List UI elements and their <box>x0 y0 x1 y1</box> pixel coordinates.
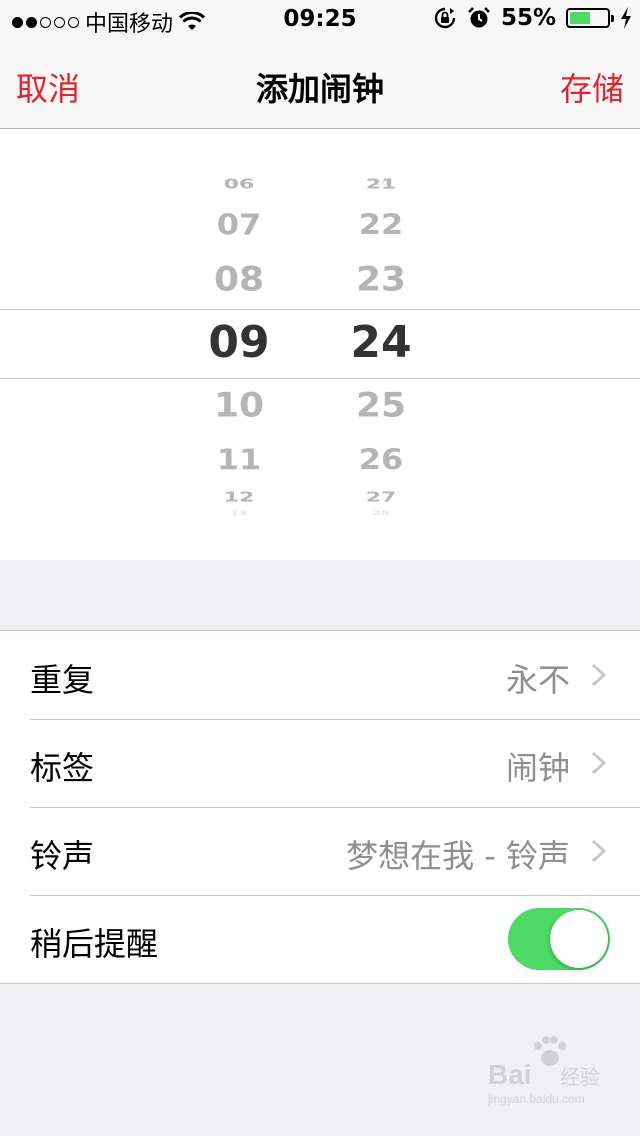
time-picker: 05 06 07 08 09 10 11 12 13 20 21 22 23 24 25 26 27 28 <box>0 129 640 560</box>
minute-option-26[interactable]: 26 <box>331 446 431 474</box>
minute-option-24[interactable]: 24 <box>331 321 431 365</box>
page-title: 添加闹钟 <box>255 70 384 108</box>
repeat-value: 永不 <box>505 661 570 699</box>
alarm-settings-list: 重复 永不 标签 闹钟 铃声 梦想在我 - 铃声 稍后提醒 <box>0 630 640 984</box>
repeat-label: 重复 <box>30 661 95 699</box>
picker-selection-line-bottom <box>0 378 640 379</box>
hour-option-08[interactable]: 08 <box>189 262 289 297</box>
save-button[interactable]: 存储 <box>560 64 624 110</box>
minute-option-27[interactable]: 27 <box>331 491 431 504</box>
sound-row[interactable]: 铃声 梦想在我 - 铃声 <box>0 807 640 895</box>
hour-option-13[interactable]: 13 <box>189 510 289 516</box>
hour-option-09[interactable]: 09 <box>189 321 289 365</box>
chevron-right-icon <box>591 839 607 863</box>
hour-option-07[interactable]: 07 <box>189 211 289 239</box>
baidu-jingyan-watermark: Bai 经验 jingyan.baidu.com <box>487 1036 600 1106</box>
label-row[interactable]: 标签 闹钟 <box>0 719 640 807</box>
hour-option-11[interactable]: 11 <box>189 446 289 474</box>
rotation-lock-icon <box>434 7 456 29</box>
minute-option-25[interactable]: 25 <box>331 388 431 423</box>
label-label: 标签 <box>30 749 95 787</box>
hour-option-12[interactable]: 12 <box>189 491 289 504</box>
picker-selection-line-top <box>0 309 640 310</box>
chevron-right-icon <box>591 663 607 687</box>
sound-value: 梦想在我 - 铃声 <box>346 837 570 875</box>
battery-percent: 55% <box>500 5 556 31</box>
minute-option-28[interactable]: 28 <box>331 510 431 516</box>
battery-level-fill <box>570 12 590 24</box>
snooze-label: 稍后提醒 <box>30 925 159 963</box>
minute-option-23[interactable]: 23 <box>331 262 431 297</box>
label-value: 闹钟 <box>505 749 570 787</box>
status-bar: 中国移动 09:25 55% <box>0 0 640 40</box>
charging-bolt-icon <box>621 7 631 29</box>
watermark-cn: 经验 <box>560 1065 600 1089</box>
snooze-row: 稍后提醒 <box>0 895 640 983</box>
repeat-row[interactable]: 重复 永不 <box>0 631 640 719</box>
minute-option-22[interactable]: 22 <box>331 211 431 239</box>
sound-label: 铃声 <box>30 837 95 875</box>
hour-option-06[interactable]: 06 <box>189 178 289 191</box>
snooze-toggle[interactable] <box>508 908 610 970</box>
status-right: 55% <box>433 5 632 31</box>
hour-option-10[interactable]: 10 <box>189 388 289 423</box>
minute-option-21[interactable]: 21 <box>331 178 431 191</box>
nav-bar: 取消 添加闹钟 存储 <box>0 40 640 129</box>
alarm-icon <box>468 7 490 28</box>
chevron-right-icon <box>591 751 607 775</box>
battery-icon <box>566 8 614 28</box>
watermark-url: jingyan.baidu.com <box>487 1092 585 1106</box>
watermark-brand: Bai <box>488 1059 532 1090</box>
toggle-knob <box>550 910 608 968</box>
